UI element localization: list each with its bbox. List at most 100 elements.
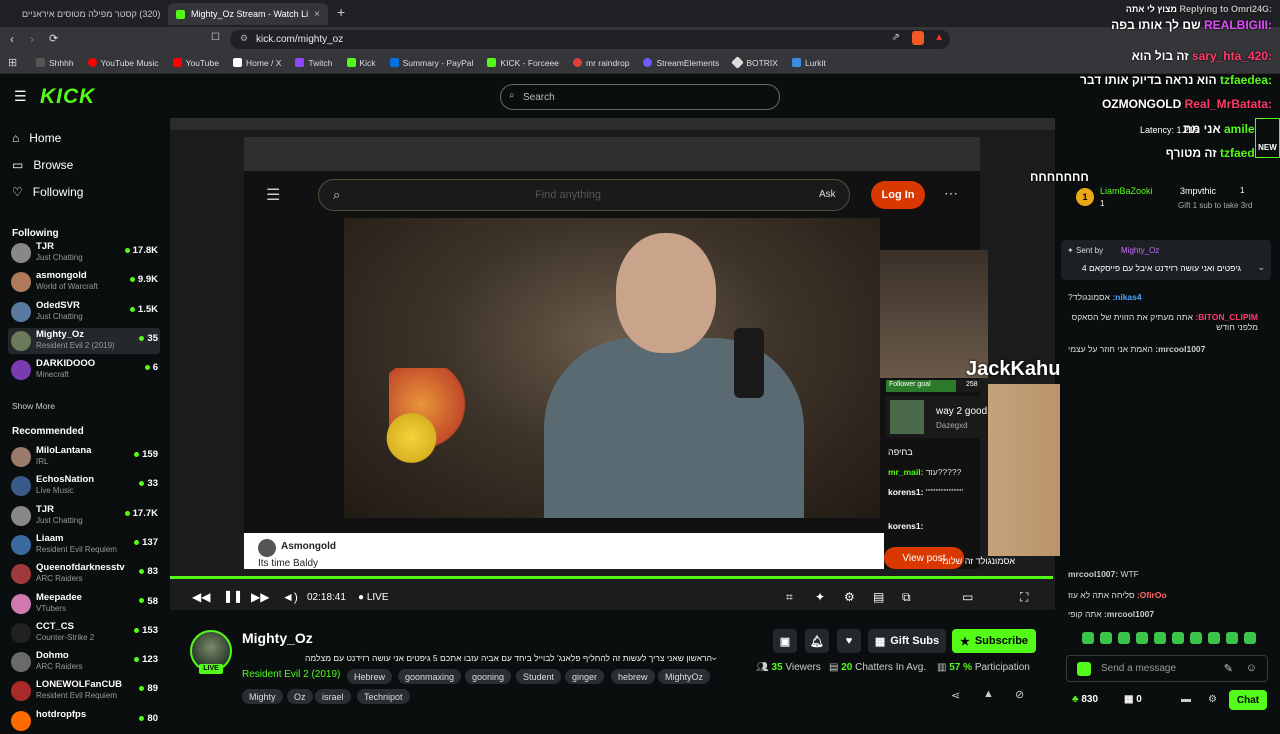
brave-shield-icon[interactable] — [912, 31, 924, 45]
subscribe-button[interactable]: ★ Subscribe — [952, 629, 1036, 653]
stream-tag[interactable]: Hebrew — [347, 669, 393, 684]
username[interactable]: mrcool1007: — [1068, 569, 1118, 579]
mute-notifications-icon[interactable]: ⊘ — [1015, 688, 1024, 701]
stream-tag[interactable]: Technipot — [357, 689, 410, 704]
username[interactable]: mrcool1007: — [1155, 344, 1205, 354]
bookmark-item[interactable]: StreamElements — [643, 58, 719, 68]
stream-tag[interactable]: MightyOz — [658, 669, 711, 684]
stream-tag[interactable]: israel — [315, 689, 351, 704]
follow-button[interactable]: ♥ — [837, 629, 861, 653]
kick-logo[interactable]: KICK — [40, 85, 95, 109]
url-bar[interactable]: ⚙ kick.com/mighty_oz ⇗ ▲ — [230, 30, 950, 49]
share-icon[interactable]: ⇗ — [892, 32, 900, 43]
browser-tab-active[interactable]: Mighty_Oz Stream - Watch Li × — [168, 3, 328, 25]
username[interactable]: korens1: — [888, 521, 923, 531]
fullscreen-icon[interactable]: ⛶ — [1020, 590, 1028, 605]
emote-icon[interactable] — [1244, 632, 1256, 644]
username[interactable]: nikas4: — [1112, 292, 1141, 302]
report-icon[interactable]: ▲ — [983, 688, 994, 700]
forward-icon[interactable]: › — [30, 32, 34, 46]
theater-icon[interactable]: ▭ — [962, 590, 973, 604]
close-icon[interactable]: × — [314, 9, 320, 20]
sidebar-channel[interactable]: Queenofdarknesstv ARC Raiders 83 — [8, 561, 160, 587]
bookmark-icon[interactable]: ☐ — [211, 32, 220, 43]
new-tab-button[interactable]: + — [337, 4, 345, 20]
game-link[interactable]: Resident Evil 2 (2019) — [242, 669, 340, 680]
rewind-icon[interactable]: ◀◀ — [192, 590, 210, 604]
sidebar-channel[interactable]: TJR Just Chatting 17.7K — [8, 503, 160, 529]
sidebar-channel[interactable]: LONEWOLFanCUB Resident Evil Requiem 89 — [8, 678, 160, 704]
gift-subs-button[interactable]: ▦ Gift Subs — [868, 629, 946, 653]
stream-tag[interactable]: Mighty — [242, 689, 283, 704]
emote-icon[interactable] — [1208, 632, 1220, 644]
reload-icon[interactable]: ⟳ — [49, 32, 58, 45]
menu-icon[interactable]: ☰ — [14, 88, 27, 105]
stream-tag[interactable]: Student — [516, 669, 562, 684]
bookmark-item[interactable]: Summary - PayPal — [389, 58, 473, 68]
stream-tag[interactable]: gooning — [465, 669, 512, 684]
emote-icon[interactable] — [1100, 632, 1112, 644]
channel-name[interactable]: Mighty_Oz — [242, 630, 313, 646]
emote-icon[interactable] — [1172, 632, 1184, 644]
username[interactable]: BITON_CLIPIM: — [1195, 312, 1258, 322]
bookmark-item[interactable]: YouTube Music — [87, 58, 159, 68]
pip-icon[interactable]: ⧉ — [902, 590, 911, 605]
stream-tag[interactable]: ginger — [565, 669, 605, 684]
emote-icon[interactable] — [1082, 632, 1094, 644]
translate-icon[interactable]: ✎ — [1224, 662, 1233, 675]
username[interactable]: OfirOo: — [1137, 590, 1167, 600]
emote-icon[interactable] — [1154, 632, 1166, 644]
browser-tab[interactable]: (320) קסטר מפילה מטוסים איראניים × — [8, 3, 164, 25]
emote-icon[interactable] — [1136, 632, 1148, 644]
bookmark-item[interactable]: KICK - Forceee — [487, 58, 559, 68]
channel-points[interactable]: ♣ 830 — [1072, 694, 1098, 705]
chapters-icon[interactable]: ▤ — [873, 590, 884, 604]
forward-icon[interactable]: ▶▶ — [251, 590, 269, 604]
leaderboard-user[interactable]: 3mpvthic — [1180, 186, 1216, 196]
emote-icon[interactable] — [1118, 632, 1130, 644]
stream-tag[interactable]: Oz — [287, 689, 313, 704]
bookmark-item[interactable]: BOTRIX — [731, 56, 778, 69]
settings-icon[interactable]: ⚙ — [844, 590, 855, 604]
sidebar-channel[interactable]: MiloLantana IRL 159 — [8, 444, 160, 470]
emoji-icon[interactable]: ☺ — [1246, 662, 1257, 674]
pinned-by-user[interactable]: Mighty_Oz — [1121, 246, 1159, 255]
back-icon[interactable]: ‹ — [10, 32, 14, 46]
sidebar-channel[interactable]: asmongold World of Warcraft 9.9K — [8, 269, 160, 295]
sidebar-channel[interactable]: CCT_CS Counter-Strike 2 153 — [8, 620, 160, 646]
nav-home[interactable]: ⌂ Home — [12, 131, 61, 145]
sidebar-channel[interactable]: hotdropfps 80 — [8, 708, 160, 734]
bookmark-item[interactable]: Home / X — [232, 58, 281, 68]
sidebar-channel[interactable]: OdedSVR Just Chatting 1.5K — [8, 299, 160, 325]
sparkle-icon[interactable]: ✦ — [815, 590, 825, 604]
chevron-down-icon[interactable]: ⌄ — [1257, 262, 1265, 273]
leaderboard-user[interactable]: LiamBaZooki — [1100, 186, 1153, 196]
chat-rules-icon[interactable]: ▬ — [1181, 694, 1191, 705]
settings-icon[interactable]: ⚙ — [1208, 694, 1217, 705]
emote-icon[interactable] — [1190, 632, 1202, 644]
emote-icon[interactable] — [1226, 632, 1238, 644]
chevron-down-icon[interactable]: ⌄ — [710, 652, 718, 663]
sidebar-channel[interactable]: DARKIDOOO Minecraft 6 — [8, 357, 160, 383]
sidebar-channel[interactable]: EchosNation Live Music 33 — [8, 473, 160, 499]
apps-grid-icon[interactable]: ⊞ — [8, 56, 17, 69]
chat-input[interactable]: Send a message ✎ ☺ — [1066, 655, 1268, 682]
brave-rewards-icon[interactable]: ▲ — [934, 32, 944, 43]
sidebar-channel[interactable]: Mighty_Oz Resident Evil 2 (2019) 35 — [8, 327, 160, 354]
bookmark-item[interactable]: Twitch — [295, 58, 333, 68]
volume-icon[interactable]: ◄) — [282, 590, 298, 604]
pause-icon[interactable]: ❚❚ — [223, 589, 243, 603]
bookmark-item[interactable]: mr raindrop — [573, 58, 629, 68]
search-input[interactable]: ⌕ Search — [500, 84, 780, 110]
bookmark-item[interactable]: Shhhh — [36, 58, 74, 68]
show-more-button[interactable]: Show More — [12, 401, 55, 411]
bookmark-item[interactable]: Lurkit — [791, 58, 826, 68]
bookmark-item[interactable]: Kick — [346, 58, 376, 68]
sidebar-channel[interactable]: Liaam Resident Evil Requiem 137 — [8, 532, 160, 558]
send-chat-button[interactable]: Chat — [1229, 690, 1267, 710]
predictions[interactable]: ▦ 0 — [1124, 694, 1142, 705]
share-icon[interactable]: ⋖ — [951, 689, 960, 702]
username[interactable]: korens1: — [888, 487, 923, 497]
clip-button[interactable]: ▣ — [773, 629, 797, 653]
sidebar-channel[interactable]: Meepadee VTubers 58 — [8, 591, 160, 617]
